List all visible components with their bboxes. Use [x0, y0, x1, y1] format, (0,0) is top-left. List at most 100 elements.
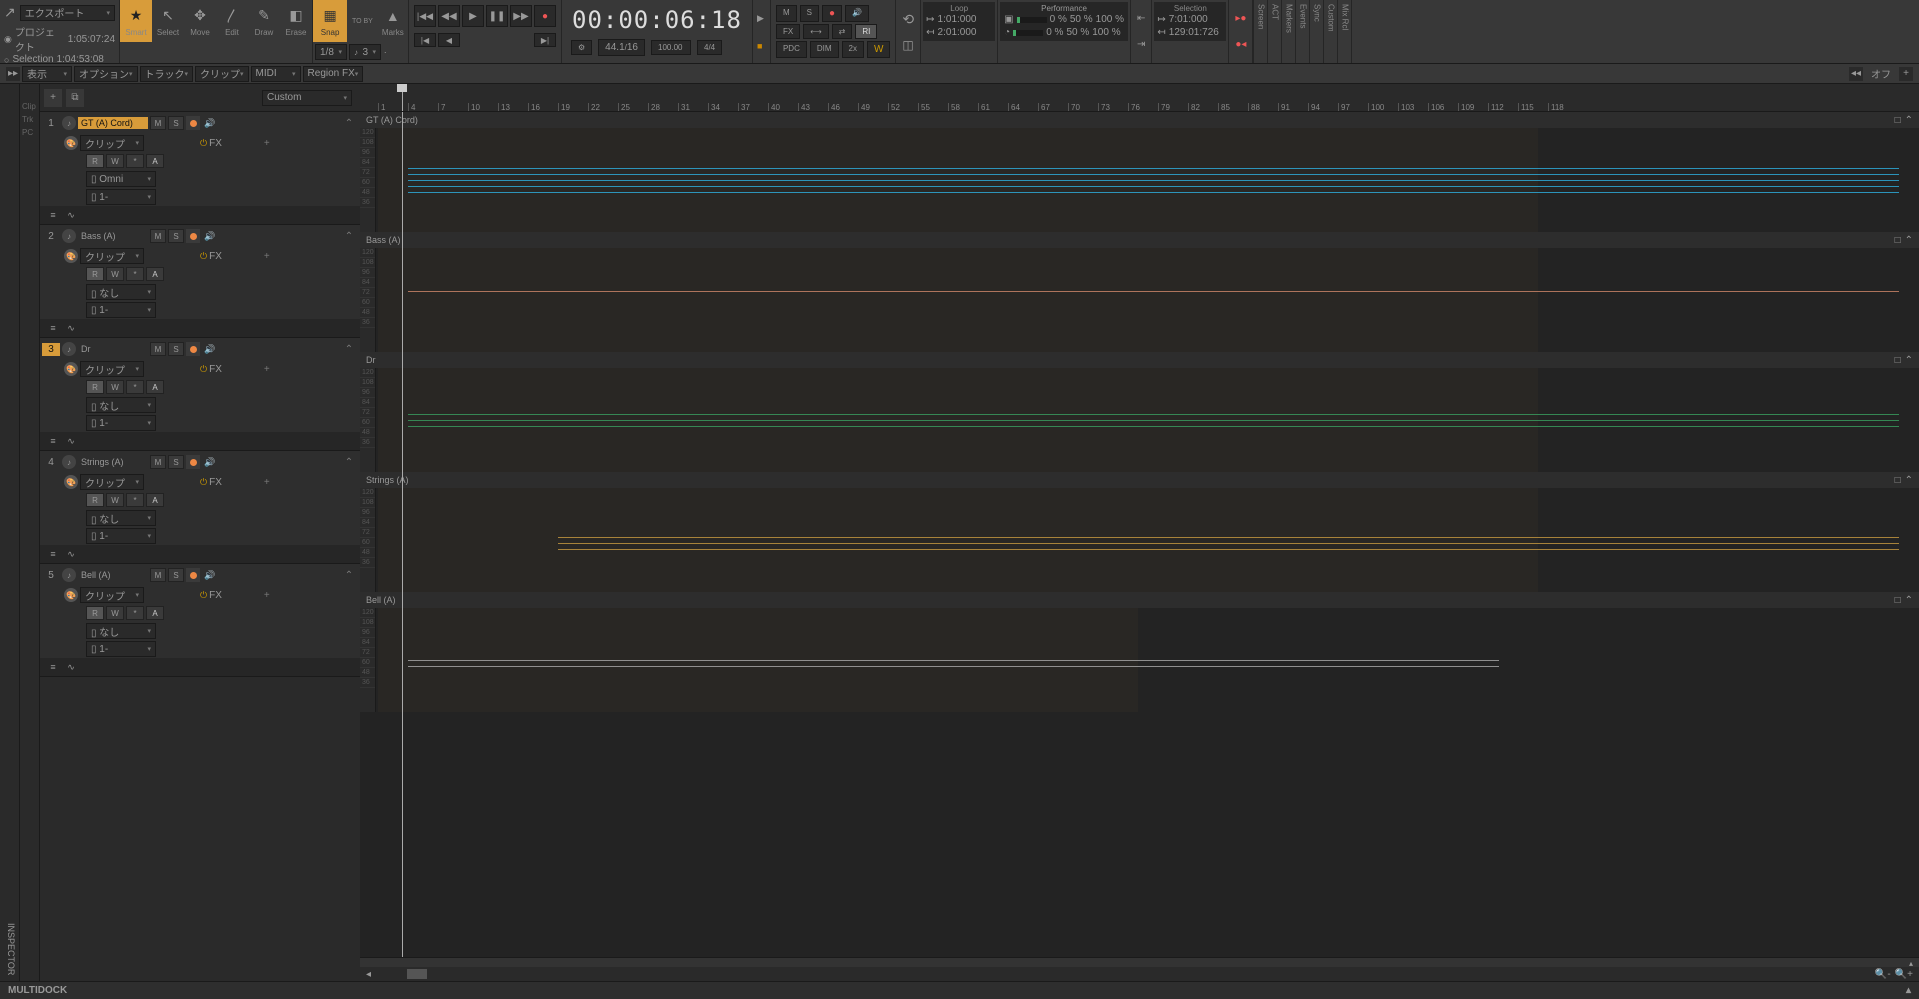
menubar-left-arrow[interactable]: ▸▸	[6, 67, 20, 81]
solo-button[interactable]: S	[800, 5, 819, 22]
add-fx-button[interactable]: +	[264, 251, 270, 262]
track-mute[interactable]: M	[150, 568, 166, 582]
play-options-button[interactable]: ▶	[757, 13, 766, 24]
clip-menu[interactable]: クリップ	[195, 66, 249, 82]
write-automation[interactable]: W	[106, 380, 124, 394]
fx-bypass-button[interactable]: FX	[776, 24, 800, 39]
sel-to[interactable]: 129:01:726	[1169, 27, 1219, 38]
ri-button[interactable]: RI	[855, 24, 877, 39]
track-input[interactable]: ▯ なし	[86, 623, 156, 639]
playhead[interactable]	[402, 84, 403, 111]
track-output[interactable]: ▯ 1-	[86, 302, 156, 318]
punch-out-icon[interactable]: ●◂	[1235, 39, 1246, 50]
snap-resolution-1[interactable]: 1/8	[315, 44, 347, 60]
track-arm[interactable]	[186, 568, 200, 582]
track-output[interactable]: ▯ 1-	[86, 641, 156, 657]
lane-maximize-icon[interactable]: □	[1895, 475, 1901, 486]
w-button[interactable]: W	[867, 41, 890, 58]
toby-button[interactable]: TO BY	[347, 0, 377, 42]
track-collapse[interactable]: ⌃	[340, 570, 358, 581]
step-back-button[interactable]: ◀	[438, 33, 460, 47]
track-name[interactable]: GT (A) Cord)	[78, 117, 148, 129]
track-arm[interactable]	[186, 455, 200, 469]
loop-toggle[interactable]: ⟲	[902, 11, 914, 28]
track-input[interactable]: ▯ なし	[86, 510, 156, 526]
splitter[interactable]: ▴	[360, 957, 1919, 967]
snap-resolution-2[interactable]: ♪3	[349, 44, 381, 60]
fx-label[interactable]: FX	[209, 138, 222, 149]
lane-expand-icon[interactable]: ⌃	[1905, 595, 1913, 606]
read-automation[interactable]: R	[86, 154, 104, 168]
play-button[interactable]: ▶	[462, 5, 484, 27]
track-number[interactable]: 3	[42, 343, 60, 356]
add-track-button[interactable]: +	[44, 89, 62, 107]
export-dropdown[interactable]: エクスポート	[20, 5, 115, 21]
track-output[interactable]: ▯ 1-	[86, 528, 156, 544]
write-automation[interactable]: W	[106, 267, 124, 281]
mute-button[interactable]: M	[776, 5, 797, 22]
go-start-button[interactable]: |◀	[414, 33, 436, 47]
track-collapse[interactable]: ⌃	[340, 457, 358, 468]
automation-lane-icon[interactable]: ≡	[46, 548, 60, 560]
track-preset-dropdown[interactable]: Custom	[262, 90, 352, 106]
tempo-display[interactable]: 100.00	[651, 40, 691, 55]
track-arm[interactable]	[186, 229, 200, 243]
track-echo[interactable]: 🔊	[202, 457, 218, 468]
write-automation[interactable]: W	[106, 606, 124, 620]
envelope-icon[interactable]: ∿	[64, 209, 78, 221]
clip-dropdown[interactable]: クリップ	[80, 587, 144, 603]
add-fx-button[interactable]: +	[264, 138, 270, 149]
track-mute[interactable]: M	[150, 455, 166, 469]
menubar-add-button[interactable]: +	[1899, 67, 1913, 81]
dim-button[interactable]: DIM	[810, 41, 839, 58]
input-echo-button[interactable]: 🔊	[845, 5, 869, 22]
lane-expand-icon[interactable]: ⌃	[1905, 355, 1913, 366]
snap-button[interactable]: ▦Snap	[313, 0, 347, 42]
track-collapse[interactable]: ⌃	[340, 231, 358, 242]
lane-maximize-icon[interactable]: □	[1895, 355, 1901, 366]
automation-lane-icon[interactable]: ≡	[46, 435, 60, 447]
fx-power-icon[interactable]: ⏻	[200, 138, 207, 149]
sel-from-icon[interactable]: ⇤	[1137, 13, 1145, 24]
time-sig[interactable]: 4/4	[697, 40, 722, 55]
automation-a[interactable]: A	[146, 380, 164, 394]
time-ruler[interactable]: 1471013161922252831343740434649525558616…	[360, 84, 1919, 112]
track-echo[interactable]: 🔊	[202, 344, 218, 355]
track-name[interactable]: Strings (A)	[78, 456, 148, 468]
panel-tab-events[interactable]: Events	[1295, 0, 1309, 63]
clip-dropdown[interactable]: クリップ	[80, 248, 144, 264]
rec-options-button[interactable]: ■	[757, 41, 766, 51]
automation-lane-icon[interactable]: ≡	[46, 209, 60, 221]
record-button[interactable]: ●	[534, 5, 556, 27]
pdc-button[interactable]: PDC	[776, 41, 807, 58]
track-mute[interactable]: M	[150, 342, 166, 356]
fx-label[interactable]: FX	[209, 364, 222, 375]
automation-lane-icon[interactable]: ≡	[46, 661, 60, 673]
track-arm[interactable]	[186, 116, 200, 130]
sel-from[interactable]: 7:01:000	[1169, 14, 1208, 25]
lane-header[interactable]: GT (A) Cord) □⌃	[360, 112, 1919, 128]
track-number[interactable]: 1	[42, 118, 60, 129]
read-automation[interactable]: R	[86, 380, 104, 394]
automation-star[interactable]: *	[126, 154, 144, 168]
fx-power-icon[interactable]: ⏻	[200, 364, 207, 375]
track-arm[interactable]	[186, 342, 200, 356]
move-tool[interactable]: ✥Move	[184, 0, 216, 42]
timecode-display[interactable]: 00:00:06:18	[564, 2, 750, 38]
track-name[interactable]: Dr	[78, 343, 148, 355]
midi-menu[interactable]: MIDI	[251, 66, 301, 82]
write-automation[interactable]: W	[106, 493, 124, 507]
read-automation[interactable]: R	[86, 606, 104, 620]
clip-dropdown[interactable]: クリップ	[80, 361, 144, 377]
add-fx-button[interactable]: +	[264, 364, 270, 375]
lane-header[interactable]: Dr □⌃	[360, 352, 1919, 368]
track-solo[interactable]: S	[168, 229, 184, 243]
track-echo[interactable]: 🔊	[202, 118, 218, 129]
x2-button[interactable]: 2x	[842, 41, 864, 58]
lane-maximize-icon[interactable]: □	[1895, 595, 1901, 606]
read-automation[interactable]: R	[86, 267, 104, 281]
fx-power-icon[interactable]: ⏻	[200, 590, 207, 601]
automation-star[interactable]: *	[126, 493, 144, 507]
sel-to-icon[interactable]: ⇥	[1137, 39, 1145, 50]
envelope-icon[interactable]: ∿	[64, 548, 78, 560]
